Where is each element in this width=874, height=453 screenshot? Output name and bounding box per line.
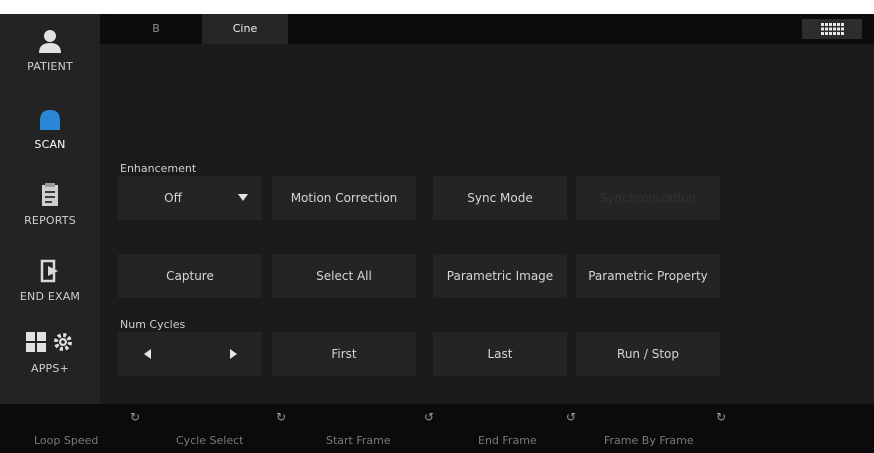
frame-by-frame-label: Frame By Frame	[604, 434, 694, 447]
tab-cine[interactable]: Cine	[202, 14, 288, 44]
rotate-knob-icon[interactable]: ↺	[424, 410, 434, 424]
apps-gear-icon	[26, 332, 72, 352]
capture-button[interactable]: Capture	[118, 254, 262, 298]
rotate-knob-icon[interactable]: ↻	[716, 410, 726, 424]
knob-bar: ↻ ↻ ↺ ↺ ↻ Loop Speed Cycle Select Start …	[0, 404, 874, 453]
sidebar-item-label: PATIENT	[27, 60, 73, 73]
exit-icon	[40, 259, 58, 283]
select-all-button[interactable]: Select All	[272, 254, 416, 298]
enhancement-dropdown[interactable]: Off	[118, 176, 262, 220]
right-arrow-icon[interactable]	[230, 349, 237, 359]
synchronization-button: Synchronization	[576, 176, 720, 220]
num-cycles-label: Num Cycles	[120, 318, 186, 331]
ultrasound-screen: PATIENT SCAN REPORTS END EXAM APPS+ B Ci…	[0, 14, 874, 453]
patient-icon	[39, 30, 61, 53]
reports-icon	[42, 183, 58, 206]
motion-correction-button[interactable]: Motion Correction	[272, 176, 416, 220]
num-cycles-stepper[interactable]	[118, 332, 262, 376]
left-arrow-icon[interactable]	[144, 349, 151, 359]
chevron-down-icon	[238, 194, 248, 201]
sidebar-item-patient[interactable]: PATIENT	[0, 28, 100, 73]
last-frame-button[interactable]: Last	[433, 332, 567, 376]
start-frame-label: Start Frame	[326, 434, 391, 447]
loop-speed-label: Loop Speed	[34, 434, 99, 447]
sidebar-item-label: END EXAM	[19, 290, 81, 303]
sidebar-item-end-exam[interactable]: END EXAM	[0, 258, 100, 303]
sidebar-item-label: REPORTS	[24, 214, 76, 227]
sidebar-item-reports[interactable]: REPORTS	[0, 182, 100, 227]
probe-icon	[40, 110, 60, 130]
enhancement-label: Enhancement	[120, 162, 197, 175]
sidebar-item-label: SCAN	[34, 138, 66, 151]
parametric-image-button[interactable]: Parametric Image	[433, 254, 567, 298]
sidebar-item-apps[interactable]: APPS+	[0, 330, 100, 375]
cycle-select-label: Cycle Select	[176, 434, 244, 447]
mode-tab-strip: B Cine	[100, 14, 874, 44]
sidebar-item-scan[interactable]: SCAN	[0, 106, 100, 151]
end-frame-label: End Frame	[478, 434, 537, 447]
first-frame-button[interactable]: First	[272, 332, 416, 376]
tab-b-mode[interactable]: B	[110, 14, 202, 44]
cine-control-panel: Enhancement Off Motion Correction Sync M…	[100, 44, 874, 404]
keyboard-icon	[821, 23, 844, 35]
rotate-knob-icon[interactable]: ↻	[130, 410, 140, 424]
run-stop-button[interactable]: Run / Stop	[576, 332, 720, 376]
rotate-knob-icon[interactable]: ↻	[276, 410, 286, 424]
enhancement-value: Off	[164, 191, 182, 205]
keyboard-toggle-button[interactable]	[802, 19, 862, 39]
parametric-property-button[interactable]: Parametric Property	[576, 254, 720, 298]
left-navigation: PATIENT SCAN REPORTS END EXAM APPS+	[0, 14, 100, 404]
rotate-knob-icon[interactable]: ↺	[566, 410, 576, 424]
sync-mode-button[interactable]: Sync Mode	[433, 176, 567, 220]
sidebar-item-label: APPS+	[31, 362, 69, 375]
